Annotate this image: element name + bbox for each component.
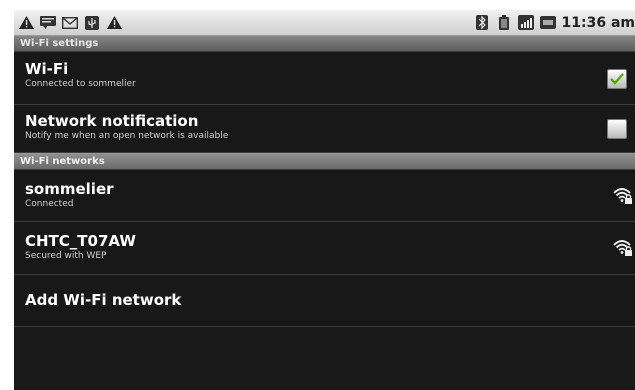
network-notification-checkbox[interactable] [607,119,627,139]
bluetooth-icon [474,15,490,30]
status-bar: 11:36 am [14,10,635,35]
network-status: Connected [25,199,74,209]
wifi-subtitle: Connected to sommelier [25,79,136,89]
network-row-chtc[interactable]: CHTC_T07AW Secured with WEP [14,222,635,275]
network-name: sommelier [25,180,114,198]
warning-icon [18,16,34,30]
status-time: 11:36 am [561,14,635,31]
add-wifi-network-label: Add Wi-Fi network [25,291,182,309]
notification-icons [18,15,122,30]
wifi-locked-icon [613,240,632,256]
signal-icon [517,15,534,30]
network-notification-subtitle: Notify me when an open network is availa… [25,131,229,141]
android-screen: 11:36 am Wi-Fi settings Wi-Fi Connected … [14,10,635,390]
add-wifi-network-row[interactable]: Add Wi-Fi network [14,275,635,327]
system-icons: 11:36 am [474,15,635,31]
section-header-wifi-settings: Wi-Fi settings [14,35,635,52]
network-status: Secured with WEP [25,251,107,261]
usb-icon [84,15,100,30]
wifi-locked-icon [613,188,632,204]
section-header-wifi-networks: Wi-Fi networks [14,153,635,170]
network-notification-title: Network notification [25,112,199,130]
warning-icon [106,16,122,30]
message-icon [40,16,56,30]
sync-icon [539,16,556,30]
checkmark-icon [610,73,624,85]
network-row-sommelier[interactable]: sommelier Connected [14,170,635,222]
wifi-toggle-row[interactable]: Wi-Fi Connected to sommelier [14,52,635,105]
network-name: CHTC_T07AW [25,232,136,250]
battery-icon [496,15,512,30]
email-icon [62,16,78,30]
wifi-title: Wi-Fi [25,60,69,78]
empty-list-area [14,327,635,387]
network-notification-row[interactable]: Network notification Notify me when an o… [14,105,635,153]
wifi-checkbox[interactable] [607,69,627,89]
